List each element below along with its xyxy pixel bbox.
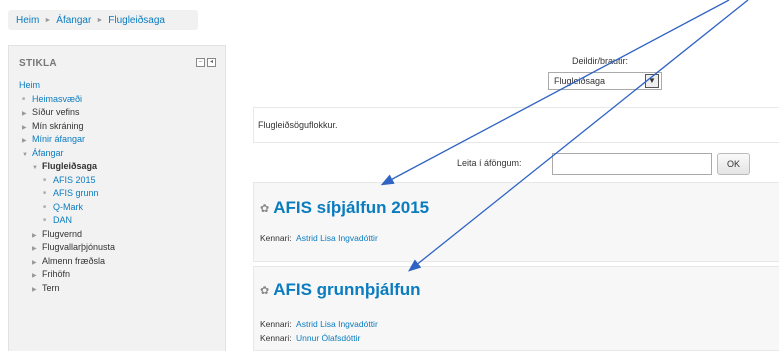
navigation-block: STIKLA – ◂ Heim ■ Heimasvæði ▶ Síður vefin… — [8, 45, 226, 351]
category-description: Flugleiðsöguflokkur. — [258, 120, 338, 130]
nav-item-flugvernd[interactable]: ▶ Flugvernd — [19, 228, 115, 242]
breadcrumb-home[interactable]: Heim — [16, 15, 39, 26]
teacher-link[interactable]: Astrid Lisa Ingvadóttir — [296, 233, 378, 243]
nav-item-afis-grunn[interactable]: ■ AFIS grunn — [19, 187, 115, 201]
minimize-icon[interactable]: – — [196, 58, 205, 67]
navigation-tree: Heim ■ Heimasvæði ▶ Síður vefins ▶ Mín skrá… — [19, 79, 115, 295]
course-box: ✿ AFIS grunnþjálfun Kennari: Astrid Lisa… — [253, 266, 779, 351]
nav-item-afangar[interactable]: ▼ Áfangar — [19, 147, 115, 161]
nav-item-afis-2015[interactable]: ■ AFIS 2015 — [19, 174, 115, 188]
bullet-icon: ■ — [43, 176, 47, 183]
breadcrumb-current[interactable]: Flugleiðsaga — [108, 15, 165, 26]
nav-item-minir-afangar[interactable]: ▶ Mínir áfangar — [19, 133, 115, 147]
course-title[interactable]: ✿ AFIS síþjálfun 2015 — [260, 198, 429, 218]
course-box: ✿ AFIS síþjálfun 2015 Kennari: Astrid Li… — [253, 182, 779, 262]
nav-item-home[interactable]: Heim — [19, 79, 115, 93]
course-title[interactable]: ✿ AFIS grunnþjálfun — [260, 280, 421, 300]
dock-icon[interactable]: ◂ — [207, 58, 216, 67]
bullet-icon: ■ — [43, 190, 47, 196]
nav-item-dan[interactable]: ■ DAN — [19, 214, 115, 228]
nav-item-q-mark[interactable]: ■ Q-Mark — [19, 201, 115, 215]
navigation-block-title: STIKLA — [19, 58, 57, 69]
nav-item-frihofn[interactable]: ▶ Frihöfn — [19, 268, 115, 282]
department-selected-value: Flugleiðsaga — [554, 76, 606, 86]
block-controls: – ◂ — [196, 58, 216, 67]
nav-item-almenn-fraedsla[interactable]: ▶ Almenn fræðsla — [19, 255, 115, 269]
nav-item-sidur-vefins[interactable]: ▶ Síður vefins — [19, 106, 115, 120]
department-select[interactable]: Flugleiðsaga ▼ — [548, 72, 662, 90]
course-search-label: Leita í áföngum: — [457, 158, 522, 168]
breadcrumb-separator-icon: ► — [96, 16, 104, 24]
breadcrumb: Heim ► Áfangar ► Flugleiðsaga — [8, 10, 198, 30]
course-search-input[interactable] — [552, 153, 712, 175]
bullet-icon: ■ — [43, 203, 47, 210]
category-description-panel: Flugleiðsöguflokkur. — [253, 107, 779, 143]
chevron-down-icon[interactable]: ▼ — [645, 74, 659, 88]
breadcrumb-afangar[interactable]: Áfangar — [56, 15, 91, 26]
course-teacher: Kennari: Astrid Lisa Ingvadóttir — [260, 319, 378, 329]
nav-item-min-skraning[interactable]: ▶ Mín skráning — [19, 120, 115, 134]
course-icon: ✿ — [260, 284, 270, 297]
course-icon: ✿ — [260, 202, 270, 215]
department-label: Deildir/brautir: — [572, 56, 629, 66]
collapse-arrow-icon: ▼ — [32, 165, 38, 171]
expand-arrow-icon: ▶ — [32, 286, 37, 293]
search-ok-button[interactable]: OK — [717, 153, 750, 175]
teacher-link[interactable]: Unnur Ólafsdóttir — [296, 333, 360, 343]
nav-item-tern[interactable]: ▶ Tern — [19, 282, 115, 296]
teacher-link[interactable]: Astrid Lisa Ingvadóttir — [296, 319, 378, 329]
breadcrumb-separator-icon: ► — [44, 16, 52, 24]
nav-item-flugvallarthjonusta[interactable]: ▶ Flugvallarþjónusta — [19, 241, 115, 255]
nav-item-heimasvaedi[interactable]: ■ Heimasvæði — [19, 93, 115, 107]
collapse-arrow-icon: ▼ — [22, 151, 28, 158]
nav-item-flugleidsaga[interactable]: ▼ Flugleiðsaga — [19, 160, 115, 174]
course-teacher: Kennari: Unnur Ólafsdóttir — [260, 333, 361, 343]
bullet-icon: ■ — [43, 217, 47, 223]
course-teacher: Kennari: Astrid Lisa Ingvadóttir — [260, 233, 378, 243]
bullet-icon: ■ — [22, 95, 26, 102]
